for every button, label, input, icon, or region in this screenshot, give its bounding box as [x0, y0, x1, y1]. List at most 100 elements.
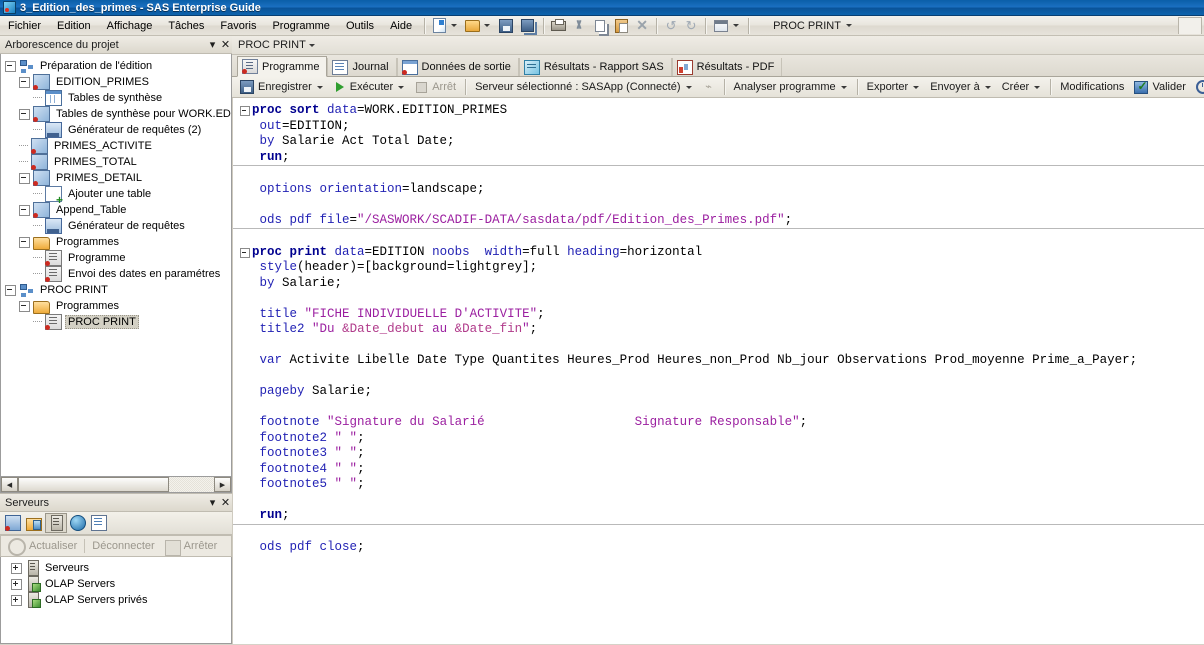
server-tree-item[interactable]: OLAP Servers privés: [5, 592, 231, 608]
disconnect-button[interactable]: Déconnecter: [87, 540, 159, 552]
cut-button[interactable]: [569, 17, 589, 35]
tree-item[interactable]: Envoi des dates en paramétres: [5, 266, 231, 282]
tree-item[interactable]: Tables de synthèse: [5, 90, 231, 106]
expand-toggle[interactable]: [11, 562, 22, 574]
tree-item[interactable]: PRIMES_DETAIL: [5, 170, 231, 186]
project-tree-hscrollbar[interactable]: ◀ ▶: [0, 477, 232, 493]
print-button[interactable]: [548, 17, 569, 35]
save-button[interactable]: [495, 17, 517, 35]
collapse-toggle[interactable]: [5, 284, 16, 296]
delete-button[interactable]: ✕: [632, 17, 652, 35]
code-line[interactable]: by Salarie Act Total Date;: [233, 134, 1204, 150]
tree-item[interactable]: Ajouter une table: [5, 186, 231, 206]
tree-item[interactable]: Programme: [5, 250, 231, 266]
code-line[interactable]: run;: [233, 150, 1204, 166]
new-button[interactable]: [429, 17, 462, 35]
tree-item[interactable]: PRIMES_TOTAL: [5, 154, 231, 170]
tree-item[interactable]: Préparation de l'édition: [5, 58, 231, 74]
panel-menu-icon[interactable]: ▾: [206, 496, 219, 509]
server-tree-item[interactable]: OLAP Servers: [5, 576, 231, 592]
menu-taches[interactable]: Tâches: [160, 18, 212, 34]
tree-item[interactable]: Programmes: [5, 298, 231, 314]
chevron-down-icon[interactable]: [484, 24, 491, 27]
code-line[interactable]: footnote3 " ";: [233, 446, 1204, 462]
tab-journal[interactable]: Journal: [327, 58, 397, 76]
code-line[interactable]: [233, 229, 1204, 245]
tab-programme[interactable]: Programme: [237, 56, 328, 77]
panel-close-icon[interactable]: ✕: [219, 38, 232, 51]
libraries-button[interactable]: [24, 514, 44, 532]
scroll-track[interactable]: [18, 477, 214, 492]
copy-button[interactable]: [589, 17, 611, 35]
code-line[interactable]: [233, 166, 1204, 182]
window-layout-button[interactable]: [710, 17, 744, 35]
collapse-toggle[interactable]: [19, 108, 30, 120]
modifications-button[interactable]: Modifications: [1055, 79, 1129, 96]
menu-outils[interactable]: Outils: [338, 18, 382, 34]
expand-toggle[interactable]: [11, 594, 22, 606]
tree-item[interactable]: Générateur de requêtes (2): [5, 122, 231, 138]
save-all-button[interactable]: [517, 17, 539, 35]
code-line[interactable]: footnote2 " ";: [233, 431, 1204, 447]
redo-button[interactable]: ↻: [681, 17, 701, 35]
collapse-toggle[interactable]: [19, 172, 30, 184]
server-tree-item[interactable]: Serveurs: [5, 560, 231, 576]
servers-button[interactable]: [45, 513, 67, 533]
code-line[interactable]: [233, 493, 1204, 509]
tree-item[interactable]: EDITION_PRIMES: [5, 74, 231, 90]
panel-menu-icon[interactable]: ▾: [206, 38, 219, 51]
code-line[interactable]: footnote4 " ";: [233, 462, 1204, 478]
chevron-down-icon[interactable]: [398, 85, 405, 89]
creer-button[interactable]: Créer: [997, 79, 1047, 96]
collapse-toggle[interactable]: [19, 204, 30, 216]
code-line[interactable]: by Salarie;: [233, 276, 1204, 292]
code-line[interactable]: title "FICHE INDIVIDUELLE D'ACTIVITE";: [233, 307, 1204, 323]
historique-button[interactable]: Historique: [1191, 79, 1204, 96]
code-line[interactable]: ods pdf file="/SASWORK/SCADIF-DATA/sasda…: [233, 213, 1204, 229]
executer-button[interactable]: Exécuter: [329, 79, 410, 96]
code-line[interactable]: ods pdf close;: [233, 540, 1204, 556]
scroll-left-icon[interactable]: ◀: [1, 477, 18, 492]
code-line[interactable]: options orientation=landscape;: [233, 182, 1204, 198]
tree-item[interactable]: PROC PRINT: [5, 282, 231, 298]
tree-item[interactable]: Programmes: [5, 234, 231, 250]
expand-toggle[interactable]: [11, 578, 22, 590]
code-line[interactable]: [233, 197, 1204, 213]
code-line[interactable]: footnote5 " ";: [233, 477, 1204, 493]
exporter-button[interactable]: Exporter: [862, 79, 926, 96]
code-line[interactable]: [233, 525, 1204, 541]
tab-donnees-de-sortie[interactable]: Données de sortie: [396, 58, 519, 76]
undo-button[interactable]: ↺: [661, 17, 681, 35]
code-line[interactable]: [233, 291, 1204, 307]
open-button[interactable]: [462, 17, 495, 35]
chevron-down-icon[interactable]: [1034, 85, 1041, 89]
code-line[interactable]: footnote "Signature du Salarié Signature…: [233, 415, 1204, 431]
stop-button[interactable]: Arrêter: [160, 537, 223, 556]
olap-button[interactable]: [68, 514, 88, 532]
chevron-down-icon[interactable]: [685, 85, 692, 89]
code-line[interactable]: [233, 369, 1204, 385]
code-editor[interactable]: proc sort data=WORK.EDITION_PRIMES out=E…: [232, 98, 1204, 644]
code-line[interactable]: pageby Salarie;: [233, 384, 1204, 400]
envoyer-a-button[interactable]: Envoyer à: [925, 79, 997, 96]
code-line[interactable]: [233, 400, 1204, 416]
chevron-down-icon[interactable]: [308, 43, 315, 47]
code-line[interactable]: out=EDITION;: [233, 119, 1204, 135]
code-line[interactable]: title2 "Du &Date_debut au &Date_fin";: [233, 322, 1204, 338]
menu-programme[interactable]: Programme: [264, 18, 337, 34]
code-line[interactable]: run;: [233, 508, 1204, 524]
code-line[interactable]: [233, 338, 1204, 354]
menu-aide[interactable]: Aide: [382, 18, 420, 34]
servers-tree[interactable]: Serveurs OLAP Servers OLAP Servers privés: [0, 557, 232, 644]
tree-item[interactable]: Tables de synthèse pour WORK.EDITION_: [5, 106, 231, 122]
code-line[interactable]: proc print data=EDITION noobs width=full…: [233, 245, 1204, 261]
collapse-toggle[interactable]: [19, 236, 30, 248]
tree-item[interactable]: PROC PRINT: [5, 314, 231, 330]
active-document-button[interactable]: PROC PRINT: [753, 17, 857, 35]
tree-item[interactable]: PRIMES_ACTIVITE: [5, 138, 231, 154]
data-sources-button[interactable]: [3, 514, 23, 532]
menu-affichage[interactable]: Affichage: [99, 18, 161, 34]
code-line[interactable]: var Activite Libelle Date Type Quantites…: [233, 353, 1204, 369]
tab-resultats-rapport-sas[interactable]: Résultats - Rapport SAS: [518, 58, 672, 76]
document-tab-label[interactable]: PROC PRINT: [238, 39, 306, 51]
